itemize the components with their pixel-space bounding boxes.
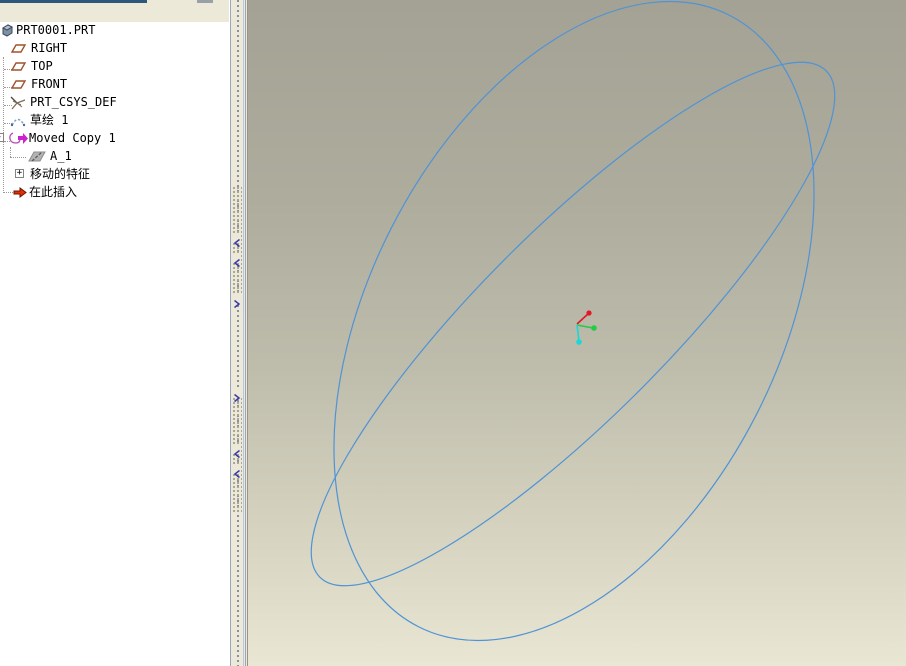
tree-item-label: PRT_CSYS_DEF	[30, 95, 117, 109]
navigator-header-accent	[0, 0, 147, 3]
moved-copy-icon	[9, 132, 28, 144]
collapse-left-chevron[interactable]	[233, 253, 241, 268]
expand-plus-box[interactable]: +	[15, 169, 24, 178]
navigator-sash[interactable]	[230, 0, 247, 666]
expand-right-chevron[interactable]	[233, 294, 241, 309]
sash-dotted-line	[237, 0, 239, 666]
model-curve-ellipse-1[interactable]	[248, 0, 906, 666]
insert-here-icon	[13, 187, 27, 198]
tree-item-label: 在此插入	[29, 185, 78, 199]
collapse-expander[interactable]: -	[0, 133, 4, 142]
tree-item-label: FRONT	[31, 77, 68, 91]
tree-item-front-plane[interactable]: FRONT	[0, 75, 230, 93]
tree-item-label: 移动的特征	[30, 167, 91, 181]
tree-item-label: Moved Copy 1	[29, 131, 116, 145]
tree-item-label: 草绘 1	[30, 113, 69, 127]
tree-item-label: RIGHT	[31, 41, 68, 55]
tree-item-sketch[interactable]: 草绘 1	[0, 111, 230, 129]
tree-item-top-plane[interactable]: TOP	[0, 57, 230, 75]
tree-item-label: PRT0001.PRT	[16, 23, 96, 37]
model-curve-ellipse-2[interactable]	[253, 4, 892, 643]
axis-icon	[28, 151, 46, 162]
datum-plane-icon	[11, 62, 27, 71]
tree-item-moved-copy[interactable]: - Moved Copy 1	[0, 129, 230, 147]
tree-item-right-plane[interactable]: RIGHT	[0, 39, 230, 57]
model-tree-panel: PRT0001.PRT RIGHT TOP FRONT PRT_CSYS_DEF…	[0, 0, 230, 666]
navigator-header	[0, 0, 230, 23]
tree-item-label: A_1	[50, 149, 72, 163]
csys-triad[interactable]	[576, 310, 597, 345]
tree-item-moved-feature-group[interactable]: + 移动的特征	[0, 165, 230, 183]
tree-item-label: TOP	[31, 59, 53, 73]
tree-item-axis-a1[interactable]: A_1	[0, 147, 230, 165]
csys-y-axis-tip	[591, 325, 597, 331]
expand-right-chevron[interactable]	[233, 388, 241, 403]
sash-border	[243, 0, 244, 666]
sash-border	[245, 0, 246, 666]
collapse-left-chevron[interactable]	[233, 444, 241, 459]
collapse-left-chevron[interactable]	[233, 464, 241, 479]
csys-x-axis-tip	[586, 310, 592, 316]
csys-icon	[10, 96, 26, 110]
sketch-icon	[10, 118, 26, 127]
csys-z-axis-tip	[576, 339, 582, 345]
tree-item-insert-here[interactable]: 在此插入	[0, 183, 230, 201]
datum-plane-icon	[11, 80, 27, 89]
datum-plane-icon	[11, 44, 27, 53]
tree-item-part-root[interactable]: PRT0001.PRT	[0, 21, 230, 39]
model-canvas[interactable]	[248, 0, 906, 666]
sash-border	[230, 0, 231, 666]
part-icon	[1, 24, 14, 37]
tree-item-csys[interactable]: PRT_CSYS_DEF	[0, 93, 230, 111]
navigator-header-notch	[197, 0, 213, 3]
graphics-viewport[interactable]	[247, 0, 906, 666]
collapse-left-chevron[interactable]	[233, 233, 241, 248]
